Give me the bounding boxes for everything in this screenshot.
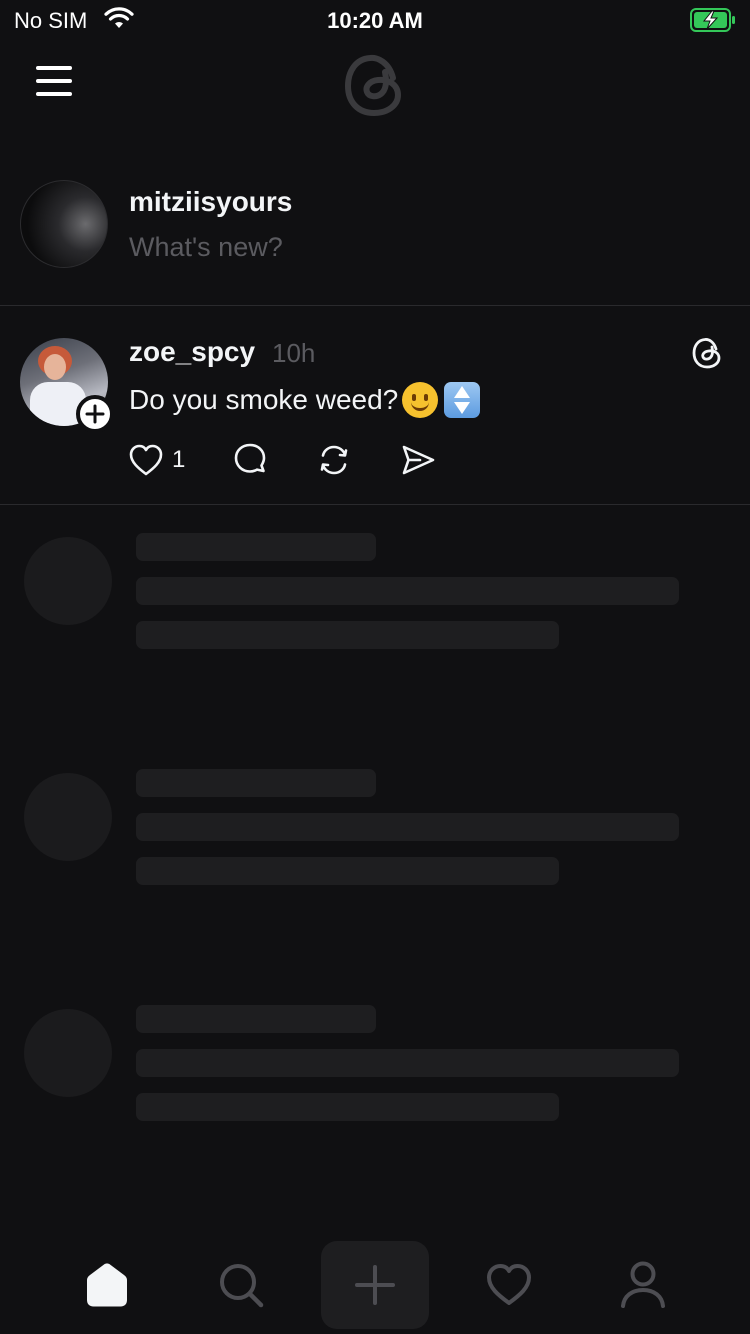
skeleton-line xyxy=(136,577,679,605)
plus-icon xyxy=(85,404,105,424)
status-time: 10:20 AM xyxy=(327,8,423,33)
post-text: Do you smoke weed? xyxy=(129,382,481,418)
skeleton-line xyxy=(136,857,559,885)
skeleton-line xyxy=(136,621,559,649)
tab-home[interactable] xyxy=(62,1240,152,1330)
menu-icon-line xyxy=(36,92,72,96)
skeleton-avatar xyxy=(24,773,112,861)
up-down-arrow-emoji xyxy=(444,382,481,418)
status-bar: No SIM 10:20 AM xyxy=(0,0,750,40)
menu-icon-line xyxy=(36,79,72,83)
composer-avatar[interactable] xyxy=(20,180,108,268)
activity-icon xyxy=(487,1264,531,1305)
profile-icon xyxy=(621,1261,665,1308)
composer-username: mitziisyours xyxy=(129,186,293,217)
repost-icon xyxy=(320,445,348,475)
follow-button[interactable] xyxy=(76,395,114,433)
menu-icon-line xyxy=(36,66,72,70)
tab-create[interactable] xyxy=(321,1241,429,1329)
divider xyxy=(0,305,750,306)
comment-icon xyxy=(234,443,266,473)
create-icon xyxy=(355,1265,395,1305)
tab-search[interactable] xyxy=(196,1240,286,1330)
skeleton-line xyxy=(136,769,376,797)
tab-activity[interactable] xyxy=(464,1240,554,1330)
repost-button[interactable] xyxy=(316,440,352,480)
post-body: Do you smoke weed? xyxy=(129,384,399,415)
comment-button[interactable] xyxy=(232,440,268,480)
avatar-face xyxy=(44,354,66,380)
skeleton-line xyxy=(136,813,679,841)
skeleton-line xyxy=(136,1093,559,1121)
skeleton-line xyxy=(136,1005,376,1033)
threads-logo-icon[interactable] xyxy=(341,50,409,120)
share-icon xyxy=(402,445,435,475)
like-count: 1 xyxy=(172,446,186,473)
threads-icon[interactable] xyxy=(690,336,724,370)
home-icon xyxy=(87,1263,127,1307)
composer-input[interactable]: What's new? xyxy=(129,232,283,263)
post-username[interactable]: zoe_spcy xyxy=(129,336,255,368)
share-button[interactable] xyxy=(400,440,436,480)
skeleton-line xyxy=(136,1049,679,1077)
menu-button[interactable] xyxy=(36,66,76,98)
post-timestamp: 10h xyxy=(272,338,316,368)
battery-charging-icon xyxy=(690,8,736,37)
divider xyxy=(0,504,750,505)
search-icon xyxy=(220,1264,264,1308)
like-button[interactable]: 1 xyxy=(128,440,185,480)
skeleton-avatar xyxy=(24,537,112,625)
heart-icon xyxy=(129,444,163,476)
smiling-face-emoji xyxy=(402,382,439,418)
tab-profile[interactable] xyxy=(598,1240,688,1330)
skeleton-avatar xyxy=(24,1009,112,1097)
skeleton-line xyxy=(136,533,376,561)
